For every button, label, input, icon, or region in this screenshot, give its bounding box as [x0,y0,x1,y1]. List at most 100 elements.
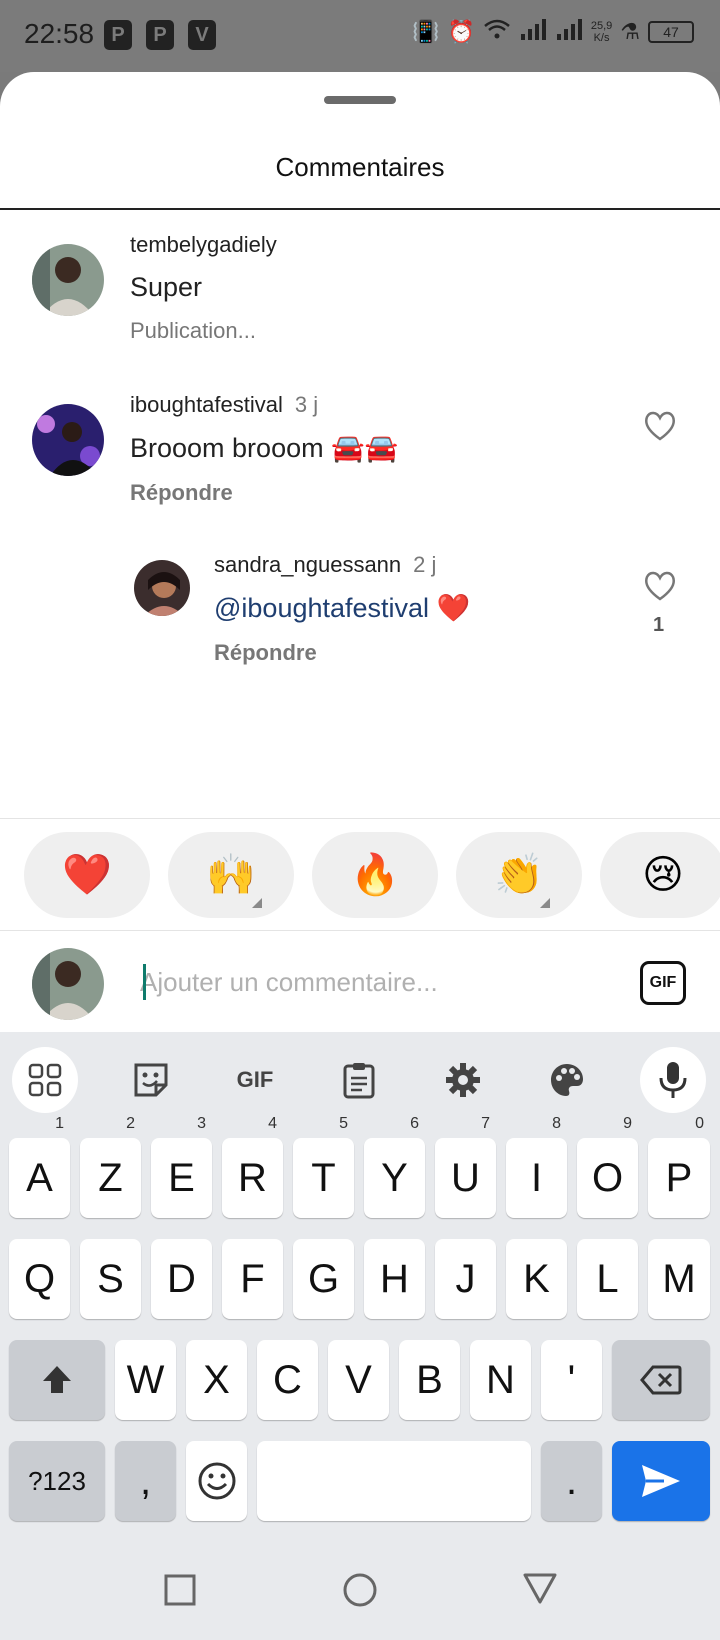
avatar[interactable] [134,560,190,616]
emoji-key[interactable] [186,1441,247,1521]
key-apostrophe[interactable]: ' [541,1340,602,1420]
keyboard-gif-button[interactable]: GIF [222,1047,288,1113]
settings-gear-icon[interactable] [430,1047,496,1113]
key-l[interactable]: L [577,1239,638,1319]
comma-key[interactable]: , [115,1441,176,1521]
emoji-raised-hands-button[interactable]: 🙌 [168,832,294,918]
comment-text-suffix: ❤️ [429,593,471,623]
apps-grid-icon[interactable] [12,1047,78,1113]
key-label: O [591,1156,624,1200]
key-x[interactable]: X [186,1340,247,1420]
emoji-heart-button[interactable]: ❤️ [24,832,150,918]
key-v[interactable]: V [328,1340,389,1420]
parking-app-icon: P [104,20,132,50]
gif-button[interactable]: GIF [640,961,686,1005]
key-w[interactable]: W [115,1340,176,1420]
key-e[interactable]: E3 [151,1115,212,1218]
key-label: Y [381,1156,408,1200]
drag-handle[interactable] [324,96,396,104]
key-n[interactable]: N [470,1340,531,1420]
key-label: A [26,1156,53,1200]
microphone-icon[interactable] [640,1047,706,1113]
emoji-label: 👏 [494,853,544,897]
home-button[interactable] [342,1572,378,1608]
key-t[interactable]: T5 [293,1115,354,1218]
comment-input[interactable] [140,962,620,1002]
key-j[interactable]: J [435,1239,496,1319]
emoji-fire-button[interactable]: 🔥 [312,832,438,918]
comment-username[interactable]: sandra_nguessann 2 j [214,552,436,578]
emoji-crying-button[interactable]: 😢 [600,832,720,918]
key-label: T [311,1156,336,1200]
avatar[interactable] [32,244,104,316]
vibrate-icon: 📳 [412,19,440,44]
signal-icon [519,18,547,46]
key-h[interactable]: H [364,1239,425,1319]
network-speed: 25,9 K/s [591,20,612,44]
sticker-icon[interactable] [118,1047,184,1113]
battery-indicator: 47 [648,21,694,43]
key-label: R [238,1156,267,1200]
emoji-clap-button[interactable]: 👏 [456,832,582,918]
period-key[interactable]: . [541,1441,602,1521]
key-m[interactable]: M [648,1239,710,1319]
username-text[interactable]: sandra_nguessann [214,552,401,577]
key-c[interactable]: C [257,1340,318,1420]
key-hint: 4 [268,1115,277,1132]
key-hint: 9 [623,1115,632,1132]
back-button[interactable] [522,1572,558,1606]
wifi-icon [483,18,511,46]
key-a[interactable]: A1 [9,1115,70,1218]
symbols-key[interactable]: ?123 [9,1441,105,1521]
system-navigation-bar [0,1540,720,1640]
pdf-app-icon: P [146,20,174,50]
key-hint: 0 [695,1115,704,1132]
net-speed-value: 25,9 [590,20,613,32]
key-hint: 6 [410,1115,419,1132]
key-q[interactable]: Q [9,1239,70,1319]
key-label: I [530,1156,543,1200]
key-i[interactable]: I8 [506,1115,567,1218]
comment-username[interactable]: tembelygadiely [130,232,277,258]
clipboard-icon[interactable] [326,1047,392,1113]
reply-button[interactable]: Répondre [130,480,233,506]
emoji-label: 😢 [642,853,684,897]
divider [0,930,720,931]
avatar[interactable] [32,404,104,476]
recent-apps-button[interactable] [164,1574,196,1606]
heart-icon[interactable] [643,570,677,602]
key-d[interactable]: D [151,1239,212,1319]
send-key[interactable] [612,1441,710,1521]
comment-username[interactable]: iboughtafestival 3 j [130,392,318,418]
key-k[interactable]: K [506,1239,567,1319]
theme-palette-icon[interactable] [534,1047,600,1113]
comment-text: Brooom brooom 🚘🚘 [130,433,399,463]
key-hint: 3 [197,1115,206,1132]
skin-tone-indicator [540,898,550,908]
mention-link[interactable]: @iboughtafestival [214,593,429,623]
backspace-key[interactable] [612,1340,710,1420]
key-label: P [665,1156,693,1200]
username-text[interactable]: iboughtafestival [130,392,283,417]
key-r[interactable]: R4 [222,1115,283,1218]
key-y[interactable]: Y6 [364,1115,425,1218]
shift-key[interactable] [9,1340,105,1420]
key-b[interactable]: B [399,1340,460,1420]
heart-icon[interactable] [643,410,677,442]
shift-arrow-icon [43,1366,71,1393]
key-o[interactable]: O9 [577,1115,638,1218]
circle-icon [343,1573,377,1607]
key-s[interactable]: S [80,1239,141,1319]
key-hint: 5 [339,1115,348,1132]
key-f[interactable]: F [222,1239,283,1319]
key-p[interactable]: P0 [648,1115,710,1218]
square-icon [164,1574,196,1606]
status-bar: 22:58 P P V 📳 ⏰ 25,9 K/s ⚗ 47 [0,0,720,72]
reply-button[interactable]: Répondre [214,640,317,666]
spacebar[interactable] [257,1441,531,1521]
key-g[interactable]: G [293,1239,354,1319]
key-z[interactable]: Z2 [80,1115,141,1218]
emoji-label: ❤️ [62,853,112,897]
comment-text: Super [130,272,203,302]
key-u[interactable]: U7 [435,1115,496,1218]
